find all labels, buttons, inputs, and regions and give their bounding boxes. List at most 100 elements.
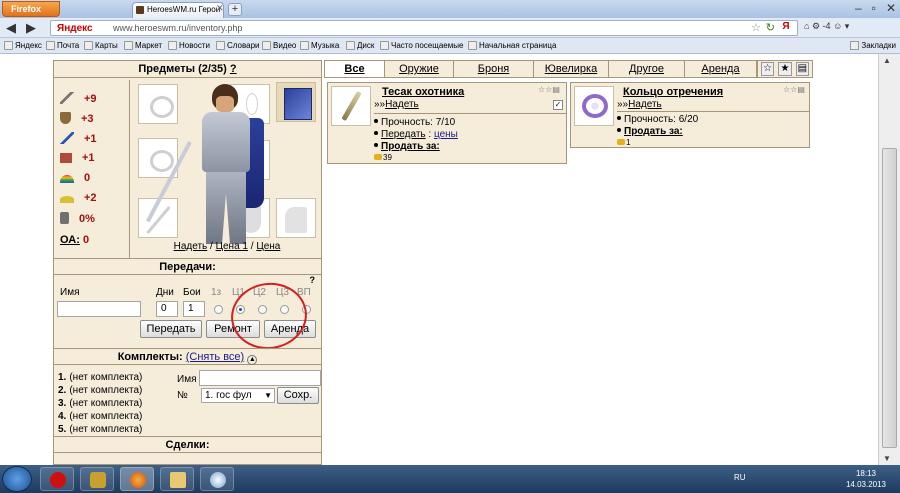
start-button[interactable] xyxy=(2,466,32,492)
transfer-button[interactable]: Передать xyxy=(140,320,202,338)
tab-other[interactable]: Другое xyxy=(609,61,685,77)
price-link[interactable]: Цена xyxy=(256,241,280,252)
tab-rent[interactable]: Аренда xyxy=(685,61,757,77)
hero-stats: +9 +3 +1 +1 0 +2 0% ОА: 0 xyxy=(54,80,130,258)
items-help-link[interactable]: ? xyxy=(230,63,237,75)
forward-arrow-icon[interactable]: ▶ xyxy=(26,20,36,36)
kit-row[interactable]: 2. (нет комплекта) xyxy=(58,385,142,396)
item-card: Тесак охотника ☆☆▤ »»Надеть ✓ Прочность:… xyxy=(327,82,567,164)
prices-link[interactable]: цены xyxy=(434,129,458,140)
kit-name-input[interactable] xyxy=(199,370,321,386)
bookmark-maps[interactable]: Карты xyxy=(84,38,118,53)
bookmark-yandex[interactable]: Яндекс xyxy=(4,38,42,53)
price1-link[interactable]: Цена 1 xyxy=(216,241,248,252)
taskbar-app[interactable] xyxy=(80,467,114,491)
item-image-cleaver[interactable] xyxy=(331,86,371,126)
item-gold: 1 xyxy=(617,138,630,147)
close-icon[interactable]: ✕ xyxy=(886,0,896,17)
maximize-icon[interactable]: ▫ xyxy=(872,0,876,17)
taskbar-firefox[interactable] xyxy=(120,467,154,491)
item-title[interactable]: Кольцо отречения xyxy=(623,86,723,98)
kit-row[interactable]: 1. (нет комплекта) xyxy=(58,372,142,383)
oa-link[interactable]: ОА: xyxy=(60,234,80,246)
bookmark-start-page[interactable]: Начальная страница xyxy=(468,38,556,53)
smiley-icon[interactable]: ☺ xyxy=(833,21,842,31)
item-checkbox[interactable]: ✓ xyxy=(553,100,563,110)
scroll-thumb[interactable] xyxy=(882,148,897,448)
sell-item-link[interactable]: Продать за: xyxy=(381,141,440,152)
vertical-scrollbar[interactable]: ▲ ▼ xyxy=(878,54,900,465)
bookmark-disk[interactable]: Диск xyxy=(346,38,374,53)
menu-icon[interactable]: ▾ xyxy=(845,21,850,31)
bookmarks-menu[interactable]: Закладки xyxy=(850,38,896,53)
transfers-help-link[interactable]: ? xyxy=(310,275,316,285)
bookmark-music[interactable]: Музыка xyxy=(300,38,339,53)
language-indicator[interactable]: RU xyxy=(734,473,746,482)
days-input[interactable]: 0 xyxy=(156,301,178,317)
star-filled-icon[interactable]: ★ xyxy=(778,62,792,76)
remove-all-link[interactable]: (Снять все) xyxy=(186,351,244,363)
bookmarks-bar: Яндекс Почта Карты Маркет Новости Словар… xyxy=(0,38,900,54)
chest-icon[interactable]: ▤ xyxy=(795,62,809,76)
url-bar[interactable]: Яндекс www.heroeswm.ru/inventory.php ☆ ↻… xyxy=(50,20,798,36)
kit-select[interactable]: 1. гос фул ▼ xyxy=(201,388,275,403)
tab-all[interactable]: Все xyxy=(325,61,385,77)
search-icon[interactable]: Я xyxy=(778,21,794,35)
tab-title: HeroesWM.ru Герои войны и денег. Он... xyxy=(147,5,223,14)
radio-1z[interactable] xyxy=(214,305,223,314)
bookmark-mail[interactable]: Почта xyxy=(46,38,79,53)
home-icon[interactable]: ⌂ xyxy=(804,21,809,31)
wand-icon xyxy=(60,132,74,144)
url-text[interactable]: www.heroeswm.ru/inventory.php xyxy=(113,23,242,33)
tab-jewelry[interactable]: Ювелирка xyxy=(534,61,609,77)
firefox-menu-button[interactable]: Firefox xyxy=(2,1,60,17)
star-outline-icon[interactable]: ☆ xyxy=(761,62,775,76)
kit-row[interactable]: 4. (нет комплекта) xyxy=(58,411,142,422)
wear-item-link[interactable]: Надеть xyxy=(385,99,419,110)
item-image-ring[interactable] xyxy=(574,86,614,126)
tab-armor[interactable]: Броня xyxy=(454,61,534,77)
scroll-up-arrow-icon[interactable]: ▲ xyxy=(883,56,891,65)
item-gold: 39 xyxy=(374,153,392,162)
days-label: Дни xyxy=(156,287,174,298)
tab-weapons[interactable]: Оружие xyxy=(385,61,454,77)
reload-icon[interactable]: ↻ xyxy=(766,21,775,34)
wear-item-link[interactable]: Надеть xyxy=(628,99,662,110)
bookmark-news[interactable]: Новости xyxy=(168,38,210,53)
settings-icon[interactable]: ⚙ xyxy=(812,21,820,31)
bookmark-dictionaries[interactable]: Словари xyxy=(216,38,260,53)
wear-link[interactable]: Надеть xyxy=(174,241,208,252)
kit-row[interactable]: 5. (нет комплекта) xyxy=(58,424,142,435)
minimize-icon[interactable]: ‒ xyxy=(855,0,862,17)
clock[interactable]: 18:13 14.03.2013 xyxy=(846,468,886,490)
slot-mount[interactable] xyxy=(276,198,316,238)
bookmark-frequent[interactable]: Часто посещаемые xyxy=(380,38,463,53)
slot-ring-1[interactable] xyxy=(138,84,178,124)
kit-row[interactable]: 3. (нет комплекта) xyxy=(58,398,142,409)
bookmark-market[interactable]: Маркет xyxy=(124,38,162,53)
item-wear: »»Надеть xyxy=(617,99,662,110)
item-title[interactable]: Тесак охотника xyxy=(382,86,464,98)
bookmark-video[interactable]: Видео xyxy=(262,38,296,53)
scroll-down-arrow-icon[interactable]: ▼ xyxy=(883,454,891,463)
new-tab-button[interactable]: + xyxy=(228,3,242,16)
bookmark-star-icon[interactable]: ☆ xyxy=(751,21,761,34)
kit-save-button[interactable]: Сохр. xyxy=(277,387,319,404)
back-arrow-icon[interactable]: ◀ xyxy=(6,20,16,36)
browser-tab[interactable]: HeroesWM.ru Герои войны и денег. Он... xyxy=(132,2,224,18)
fights-label: Бои xyxy=(183,287,201,298)
tab-close-icon[interactable]: ✕ xyxy=(216,3,224,14)
taskbar-paint[interactable] xyxy=(200,467,234,491)
fights-input[interactable]: 1 xyxy=(183,301,205,317)
item-star-icons[interactable]: ☆☆▤ xyxy=(538,85,560,94)
firefox-icon xyxy=(130,472,146,488)
sell-item-link[interactable]: Продать за: xyxy=(624,126,683,137)
transfer-name-input[interactable] xyxy=(57,301,141,317)
taskbar-opera[interactable] xyxy=(40,467,74,491)
taskbar-explorer[interactable] xyxy=(160,467,194,491)
item-star-icons[interactable]: ☆☆▤ xyxy=(783,85,805,94)
slot-book[interactable] xyxy=(276,82,316,122)
collapse-up-icon[interactable]: ▲ xyxy=(247,355,258,365)
transfer-item-link[interactable]: Передать xyxy=(381,129,426,140)
stat-morale: +2 xyxy=(60,192,97,204)
